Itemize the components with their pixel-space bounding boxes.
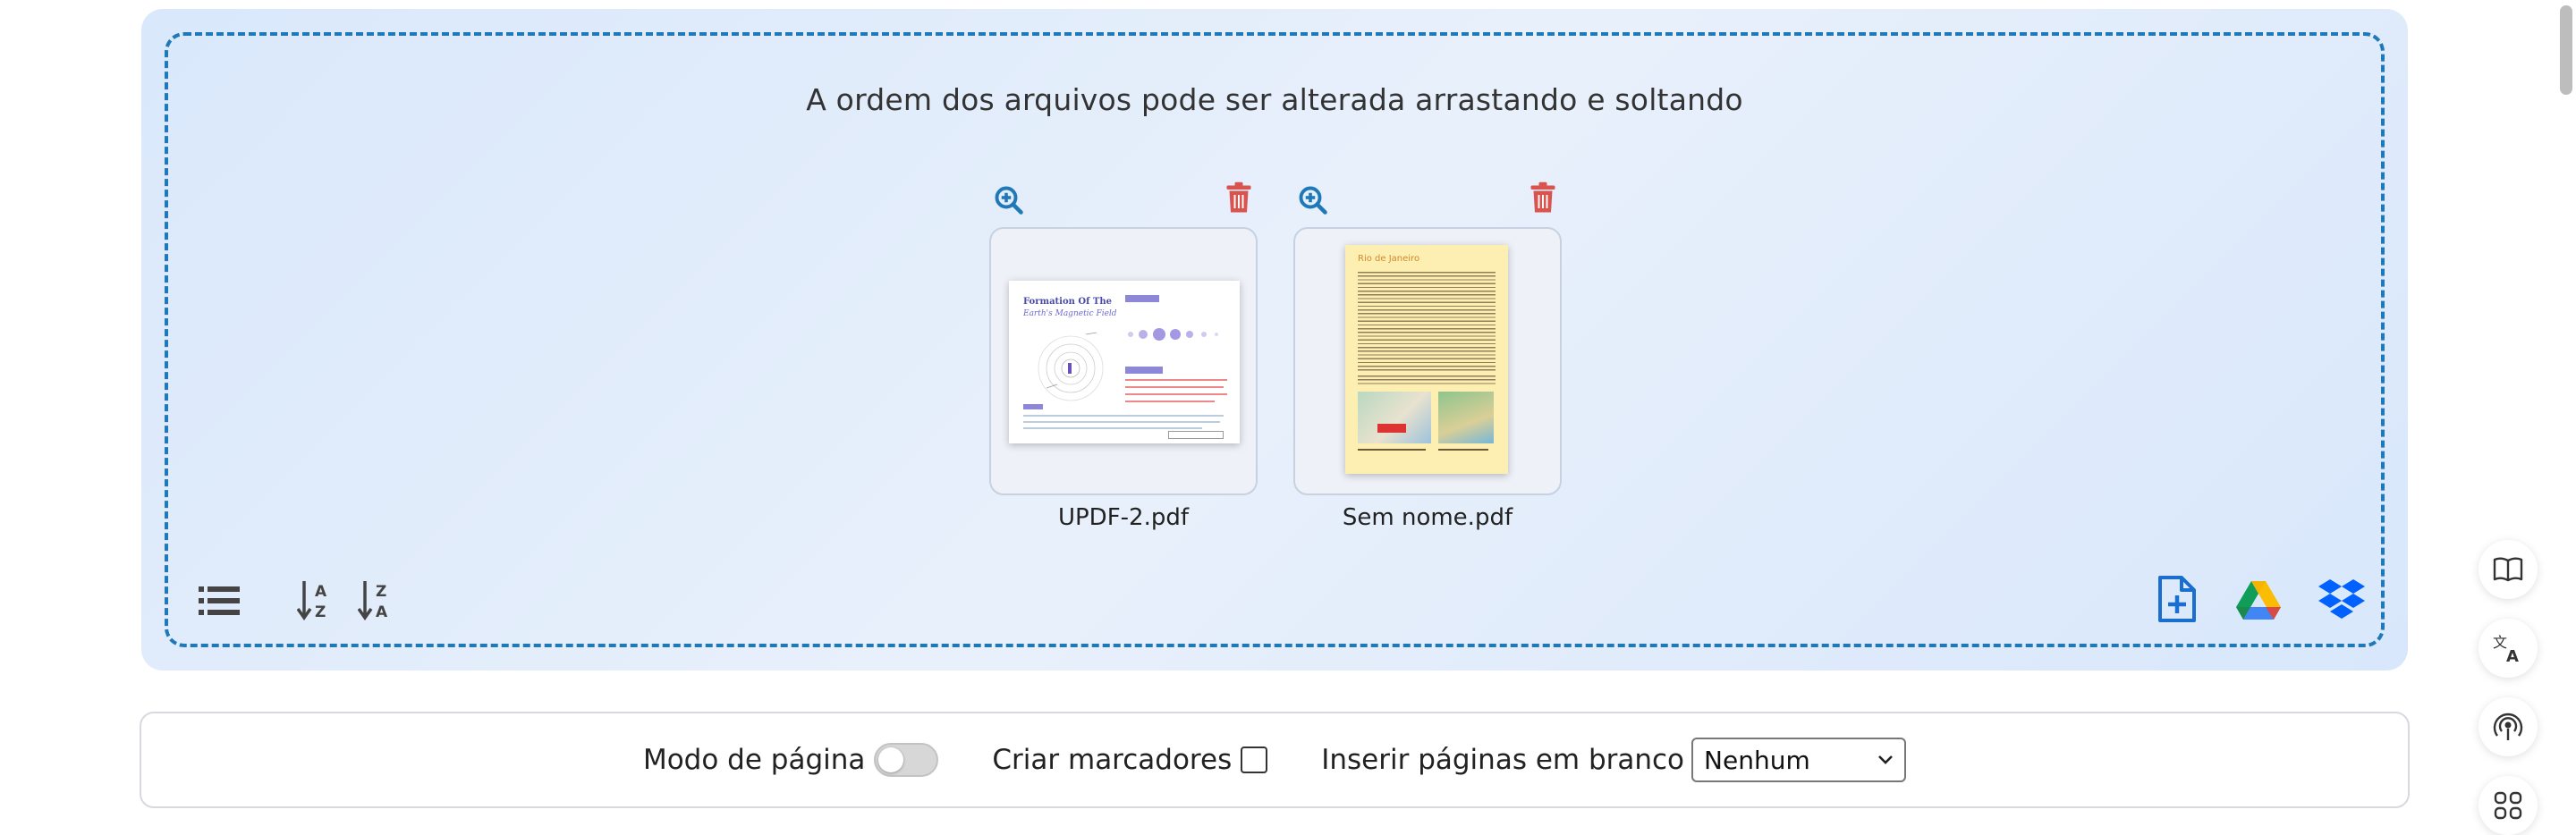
- thumb-title: Rio de Janeiro: [1358, 254, 1420, 264]
- blank-pages-value: Nenhum: [1704, 745, 1810, 775]
- delete-file-icon[interactable]: [1225, 181, 1252, 215]
- merge-options-bar: Modo de página Criar marcadores Inserir …: [140, 712, 2410, 808]
- translate-icon: 文 A: [2493, 634, 2519, 663]
- delete-file-icon[interactable]: [1530, 181, 1556, 215]
- add-file-icon[interactable]: [2157, 576, 2196, 624]
- apps-icon: [2494, 791, 2522, 820]
- page-mode-label: Modo de página: [642, 744, 866, 776]
- scrollbar-thumb[interactable]: [2560, 5, 2572, 95]
- pdf-page-preview: Rio de Janeiro: [1345, 245, 1508, 474]
- file-thumbnail[interactable]: Formation Of The Earth's Magnetic Field: [989, 227, 1258, 495]
- sort-za-icon[interactable]: Z A: [358, 579, 394, 620]
- blank-pages-label: Inserir páginas em branco: [1321, 744, 1685, 776]
- reorder-hint: A ordem dos arquivos pode ser alterada a…: [806, 82, 1743, 117]
- dropzone-border: A ordem dos arquivos pode ser alterada a…: [165, 32, 2385, 647]
- svg-text:A: A: [376, 603, 388, 620]
- map-image: [1438, 392, 1494, 443]
- book-icon: [2493, 557, 2523, 582]
- blank-pages-select[interactable]: Nenhum: [1691, 738, 1907, 782]
- zoom-in-icon[interactable]: [1297, 184, 1329, 216]
- thumb-subtitle: Earth's Magnetic Field: [1023, 309, 1117, 318]
- reader-button[interactable]: [2479, 540, 2538, 599]
- zoom-in-icon[interactable]: [993, 184, 1025, 216]
- file-card[interactable]: Rio de Janeiro Sem nome.pdf: [1293, 179, 1562, 531]
- magnetic-field-diagram: [1038, 332, 1104, 401]
- apps-button[interactable]: [2479, 776, 2538, 835]
- list-view-icon[interactable]: [199, 585, 240, 617]
- translate-button[interactable]: 文 A: [2479, 619, 2538, 678]
- page-mode-toggle[interactable]: [874, 743, 939, 777]
- broadcast-button[interactable]: [2479, 697, 2538, 756]
- sort-az-icon[interactable]: A Z: [297, 579, 333, 620]
- dots-row: [1128, 328, 1218, 341]
- file-name: Sem nome.pdf: [1342, 504, 1513, 531]
- file-thumbnail[interactable]: Rio de Janeiro: [1293, 227, 1562, 495]
- file-name: UPDF-2.pdf: [1057, 504, 1190, 531]
- svg-text:A: A: [315, 583, 327, 601]
- chevron-down-icon: [1878, 755, 1893, 764]
- pdf-page-preview: Formation Of The Earth's Magnetic Field: [1009, 281, 1240, 443]
- dropbox-icon[interactable]: [2318, 578, 2365, 622]
- create-bookmarks-checkbox[interactable]: [1241, 746, 1268, 773]
- thumb-title: Formation Of The: [1023, 297, 1112, 307]
- file-dropzone[interactable]: A ordem dos arquivos pode ser alterada a…: [141, 9, 2408, 671]
- broadcast-icon: [2493, 713, 2523, 740]
- svg-text:Z: Z: [376, 583, 386, 601]
- svg-text:A: A: [2506, 647, 2519, 663]
- svg-text:Z: Z: [315, 603, 326, 620]
- google-drive-icon[interactable]: [2236, 581, 2281, 620]
- bookmarks-label: Criar marcadores: [992, 744, 1233, 776]
- page-scrollbar[interactable]: [2556, 0, 2576, 824]
- map-image: [1358, 392, 1431, 443]
- svg-text:文: 文: [2493, 634, 2507, 651]
- file-card[interactable]: Formation Of The Earth's Magnetic Field: [989, 179, 1258, 531]
